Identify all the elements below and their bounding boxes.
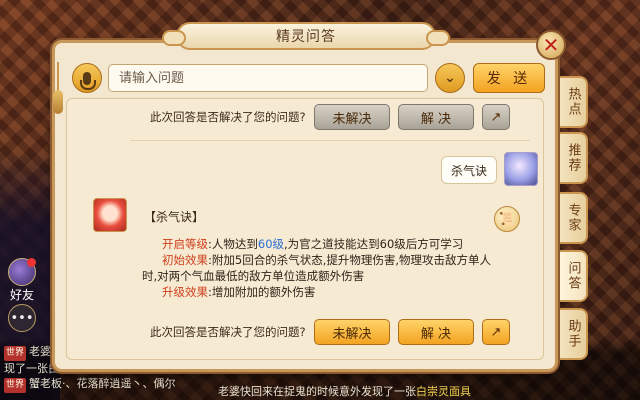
feedback-row-current: 此次回答是否解决了您的问题? 未解决 解 决 ↗ xyxy=(130,317,586,347)
upgrade-label: 升级效果 xyxy=(162,285,208,299)
feedback-question: 此次回答是否解决了您的问题? xyxy=(150,325,306,339)
tab-qa[interactable]: 问答 xyxy=(560,250,588,302)
upgrade-text: :增加附加的额外伤害 xyxy=(208,285,316,299)
question-input[interactable] xyxy=(108,64,428,92)
microphone-icon[interactable] xyxy=(72,63,102,93)
send-button[interactable]: 发 送 xyxy=(473,63,545,93)
user-avatar xyxy=(504,152,538,186)
system-message-text: 老婆快回来在捉鬼的时候意外发现了一张 xyxy=(218,385,416,398)
friends-button[interactable]: 好友 xyxy=(4,258,40,302)
system-message: 老婆快回来在捉鬼的时候意外发现了一张白崇灵面具 xyxy=(218,383,471,399)
chevron-down-icon[interactable]: ⌄ xyxy=(435,63,465,93)
open-level-text: :人物达到 xyxy=(208,237,258,251)
share-icon[interactable]: ↗ xyxy=(482,319,510,345)
tassel-ornament xyxy=(52,62,64,114)
item-link[interactable]: 白崇灵面具 xyxy=(416,385,471,398)
feedback-row-previous: 此次回答是否解决了您的问题? 未解决 解 决 ↗ xyxy=(130,102,586,132)
tab-expert[interactable]: 专家 xyxy=(560,192,588,244)
tab-recommend[interactable]: 推荐 xyxy=(560,132,588,184)
answer-body: 开启等级:人物达到60级,为官之道技能达到60级后方可学习 初始效果:附加5回合… xyxy=(134,236,528,300)
chat-bubble-icon[interactable]: ••• xyxy=(8,304,36,332)
share-icon[interactable]: ↗ xyxy=(482,104,510,130)
init-effect-text: :附加5回合的杀气状态,提升物理伤害,物理攻击敌方单人 xyxy=(208,253,491,267)
unsolved-button[interactable]: 未解决 xyxy=(314,104,390,130)
init-effect-row: 初始效果:附加5回合的杀气状态,提升物理伤害,物理攻击敌方单人 xyxy=(134,252,528,268)
chat-text: 蟹老板·、花落醉逍遥丶、偶尔 xyxy=(29,377,176,390)
notification-dot xyxy=(27,258,36,267)
close-icon[interactable]: ✕ xyxy=(536,30,566,60)
scroll-icon[interactable]: 📜 xyxy=(494,206,520,232)
chat-text: 现了一张白 xyxy=(4,362,59,375)
assistant-avatar xyxy=(93,198,127,232)
dialog-title: 精灵问答 xyxy=(162,22,450,50)
answer-title: 【杀气诀】 xyxy=(144,210,205,224)
chat-text: 老婆 xyxy=(29,345,52,358)
answer-card: 【杀气诀】 📜 开启等级:人物达到60级,为官之道技能达到60级后方可学习 初始… xyxy=(134,200,528,304)
solved-button[interactable]: 解 决 xyxy=(398,319,474,345)
init-effect-row-cont: 时,对两个气血最低的敌方单位造成额外伤害 xyxy=(142,269,365,283)
solved-button[interactable]: 解 决 xyxy=(398,104,474,130)
channel-tag: 世界 xyxy=(4,378,27,393)
upgrade-row: 升级效果:增加附加的额外伤害 xyxy=(134,284,528,300)
tab-assistant[interactable]: 助手 xyxy=(560,308,588,360)
open-level-row: 开启等级:人物达到60级,为官之道技能达到60级后方可学习 xyxy=(134,236,528,252)
feedback-question: 此次回答是否解决了您的问题? xyxy=(150,110,306,124)
user-message-bubble: 杀气诀 xyxy=(441,156,497,184)
init-effect-label: 初始效果 xyxy=(162,253,208,267)
divider xyxy=(130,140,530,141)
friend-label: 好友 xyxy=(9,288,34,302)
unsolved-button[interactable]: 未解决 xyxy=(314,319,390,345)
open-level-label: 开启等级 xyxy=(162,237,208,251)
channel-tag: 世界 xyxy=(4,346,27,361)
open-level-text: ,为官之道技能达到60级后方可学习 xyxy=(284,237,464,251)
open-level-value: 60级 xyxy=(257,237,285,251)
tab-hot[interactable]: 热点 xyxy=(560,76,588,128)
